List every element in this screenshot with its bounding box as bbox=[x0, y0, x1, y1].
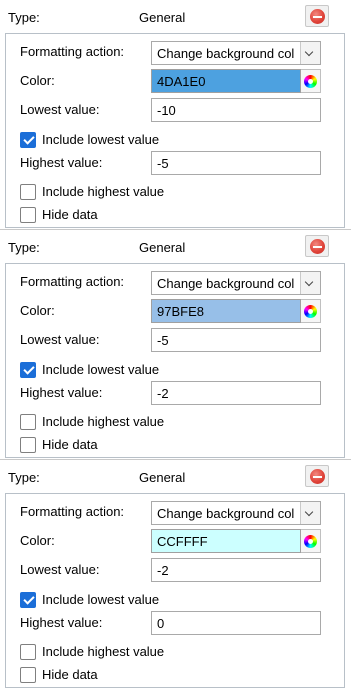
color-wheel-icon bbox=[304, 305, 317, 318]
checkbox-box[interactable] bbox=[20, 184, 36, 200]
formatting-action-label: Formatting action: bbox=[20, 274, 125, 289]
rule-block: Type: General Formatting action: Change … bbox=[0, 460, 351, 690]
lowest-value-text: -2 bbox=[157, 563, 169, 578]
color-value: 97BFE8 bbox=[157, 304, 204, 319]
formatting-action-value: Change background col bbox=[157, 506, 295, 521]
lowest-value-label: Lowest value: bbox=[20, 102, 100, 117]
hide-data-label: Hide data bbox=[42, 667, 98, 682]
rule-panel: Formatting action: Change background col… bbox=[5, 263, 345, 458]
color-wheel-icon bbox=[304, 535, 317, 548]
highest-value-label: Highest value: bbox=[20, 385, 103, 400]
formatting-action-label: Formatting action: bbox=[20, 504, 125, 519]
lowest-value-label: Lowest value: bbox=[20, 562, 100, 577]
chevron-down-icon[interactable] bbox=[300, 42, 320, 64]
lowest-value-label: Lowest value: bbox=[20, 332, 100, 347]
checkbox-box[interactable] bbox=[20, 132, 36, 148]
remove-icon bbox=[310, 9, 325, 24]
type-label: Type: bbox=[8, 10, 40, 25]
remove-icon bbox=[310, 469, 325, 484]
color-picker-button[interactable] bbox=[301, 529, 321, 553]
type-label: Type: bbox=[8, 470, 40, 485]
color-value: CCFFFF bbox=[157, 534, 208, 549]
include-lowest-label: Include lowest value bbox=[42, 592, 160, 607]
type-label: Type: bbox=[8, 240, 40, 255]
checkbox-box[interactable] bbox=[20, 644, 36, 660]
rule-panel: Formatting action: Change background col… bbox=[5, 493, 345, 688]
formatting-action-select[interactable]: Change background col bbox=[151, 501, 321, 525]
chevron-down-icon[interactable] bbox=[300, 272, 320, 294]
color-picker-button[interactable] bbox=[301, 299, 321, 323]
checkbox-box[interactable] bbox=[20, 207, 36, 223]
lowest-value-input[interactable]: -2 bbox=[151, 558, 321, 582]
remove-icon bbox=[310, 239, 325, 254]
include-highest-label: Include highest value bbox=[42, 414, 165, 429]
chevron-down-icon[interactable] bbox=[300, 502, 320, 524]
color-label: Color: bbox=[20, 533, 55, 548]
include-highest-label: Include highest value bbox=[42, 644, 165, 659]
lowest-value-text: -10 bbox=[157, 103, 176, 118]
checkbox-box[interactable] bbox=[20, 592, 36, 608]
highest-value-label: Highest value: bbox=[20, 615, 103, 630]
type-value: General bbox=[139, 240, 186, 255]
highest-value-text: 0 bbox=[157, 616, 165, 631]
include-lowest-label: Include lowest value bbox=[42, 132, 160, 147]
highest-value-input[interactable]: -5 bbox=[151, 151, 321, 175]
color-field[interactable]: 97BFE8 bbox=[151, 299, 301, 323]
include-lowest-label: Include lowest value bbox=[42, 362, 160, 377]
formatting-action-value: Change background col bbox=[157, 276, 295, 291]
formatting-action-select[interactable]: Change background col bbox=[151, 271, 321, 295]
highest-value-text: -2 bbox=[157, 386, 169, 401]
rule-block: Type: General Formatting action: Change … bbox=[0, 0, 351, 230]
color-field[interactable]: 4DA1E0 bbox=[151, 69, 301, 93]
rule-block: Type: General Formatting action: Change … bbox=[0, 230, 351, 460]
lowest-value-input[interactable]: -10 bbox=[151, 98, 321, 122]
lowest-value-text: -5 bbox=[157, 333, 169, 348]
formatting-action-select[interactable]: Change background col bbox=[151, 41, 321, 65]
checkbox-box[interactable] bbox=[20, 437, 36, 453]
remove-rule-button[interactable] bbox=[305, 235, 329, 257]
highest-value-label: Highest value: bbox=[20, 155, 103, 170]
hide-data-label: Hide data bbox=[42, 437, 98, 452]
formatting-action-value: Change background col bbox=[157, 46, 295, 61]
remove-rule-button[interactable] bbox=[305, 5, 329, 27]
checkbox-box[interactable] bbox=[20, 667, 36, 683]
lowest-value-input[interactable]: -5 bbox=[151, 328, 321, 352]
color-wheel-icon bbox=[304, 75, 317, 88]
hide-data-label: Hide data bbox=[42, 207, 98, 222]
color-picker-button[interactable] bbox=[301, 69, 321, 93]
checkbox-box[interactable] bbox=[20, 362, 36, 378]
color-value: 4DA1E0 bbox=[157, 74, 206, 89]
highest-value-text: -5 bbox=[157, 156, 169, 171]
checkbox-box[interactable] bbox=[20, 414, 36, 430]
highest-value-input[interactable]: 0 bbox=[151, 611, 321, 635]
rule-panel: Formatting action: Change background col… bbox=[5, 33, 345, 228]
color-field[interactable]: CCFFFF bbox=[151, 529, 301, 553]
formatting-action-label: Formatting action: bbox=[20, 44, 125, 59]
color-label: Color: bbox=[20, 303, 55, 318]
type-value: General bbox=[139, 10, 186, 25]
include-highest-label: Include highest value bbox=[42, 184, 165, 199]
remove-rule-button[interactable] bbox=[305, 465, 329, 487]
color-label: Color: bbox=[20, 73, 55, 88]
highest-value-input[interactable]: -2 bbox=[151, 381, 321, 405]
type-value: General bbox=[139, 470, 186, 485]
